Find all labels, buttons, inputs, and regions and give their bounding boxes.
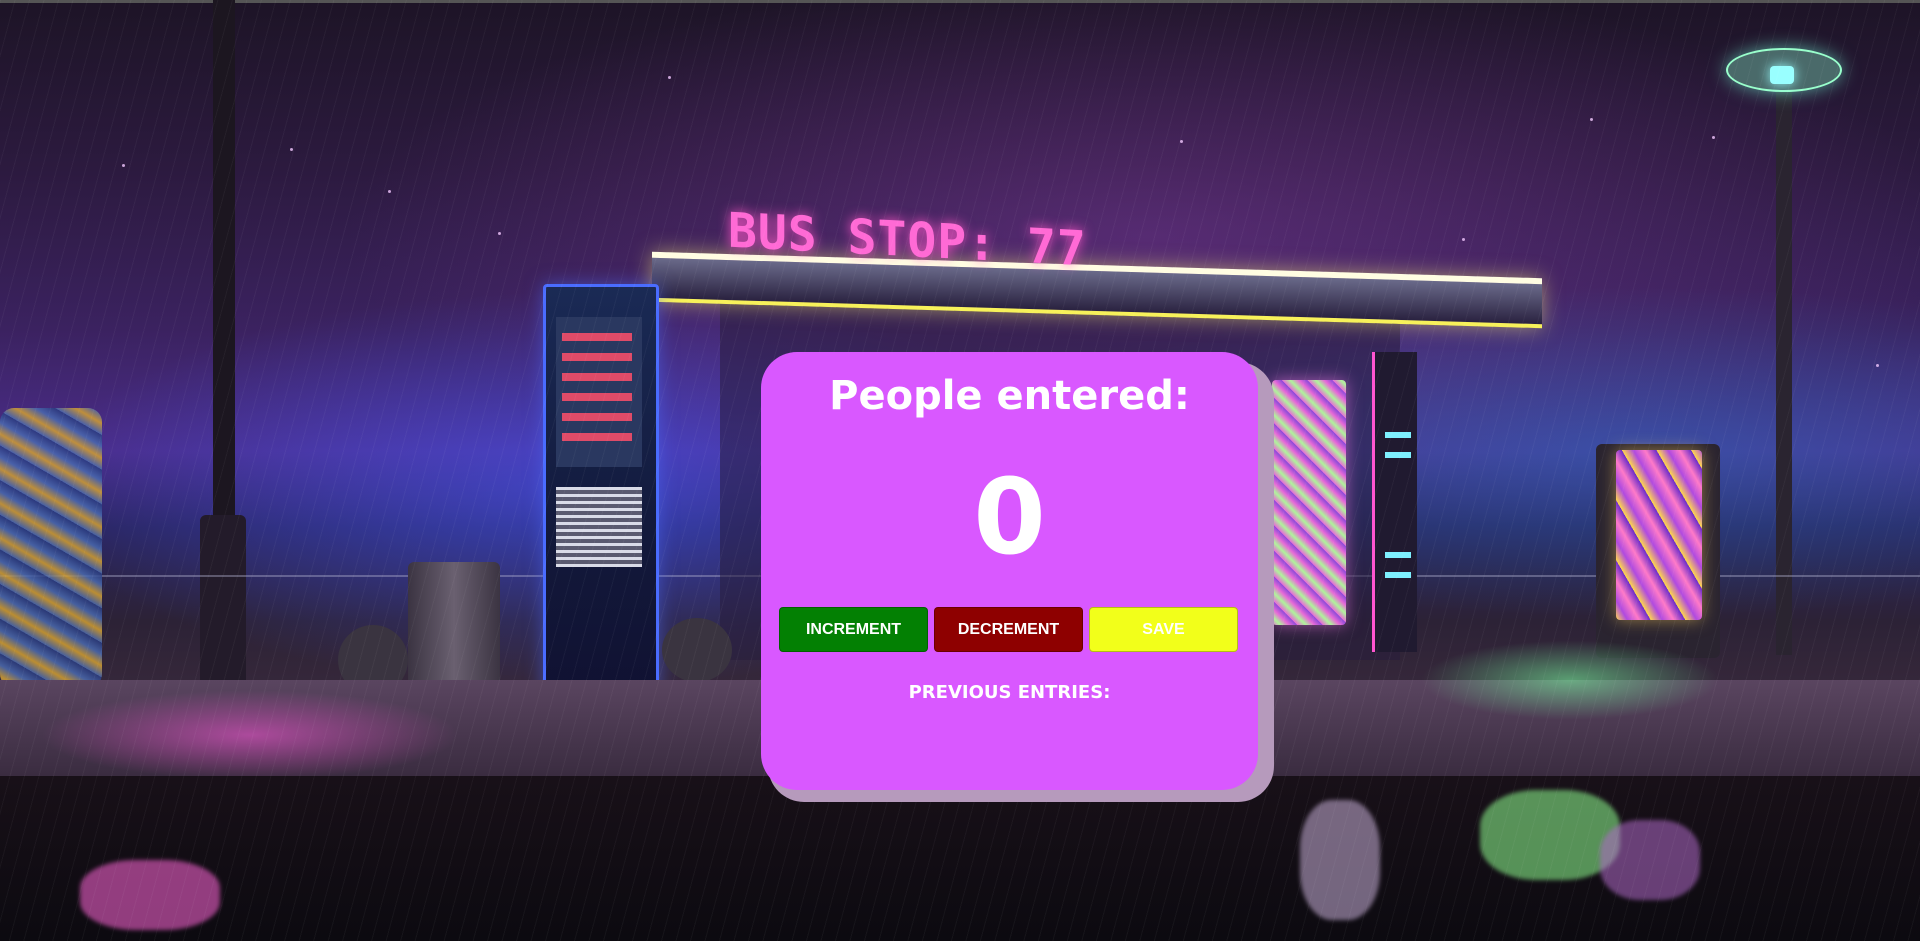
star bbox=[290, 148, 293, 151]
road-reflection bbox=[1300, 800, 1380, 920]
counter-button-row: INCREMENT DECREMENT SAVE bbox=[779, 607, 1243, 653]
panel-line bbox=[1385, 432, 1411, 438]
star bbox=[1180, 140, 1183, 143]
background-scene: BUS STOP: 77 People entered: 0 INCREMENT… bbox=[0, 0, 1920, 941]
panel-line bbox=[1385, 572, 1411, 578]
previous-entries-label: PREVIOUS ENTRIES: bbox=[908, 682, 1111, 703]
panel-line bbox=[1385, 552, 1411, 558]
trash-can bbox=[408, 562, 500, 694]
counter-value: 0 bbox=[973, 456, 1046, 578]
lamp-light bbox=[1770, 66, 1794, 84]
info-totem bbox=[543, 284, 659, 730]
totem-screen bbox=[556, 317, 642, 467]
lamp-post bbox=[1776, 90, 1792, 655]
right-poster bbox=[1616, 450, 1702, 620]
save-button[interactable]: SAVE bbox=[1089, 607, 1238, 652]
shelter-side-panel bbox=[1372, 352, 1417, 652]
counter-title: People entered: bbox=[829, 373, 1190, 419]
road-reflection bbox=[1600, 820, 1700, 900]
pink-light-reflection bbox=[40, 690, 460, 780]
counter-card: People entered: 0 INCREMENT DECREMENT SA… bbox=[761, 352, 1258, 790]
increment-button[interactable]: INCREMENT bbox=[779, 607, 928, 652]
star bbox=[1462, 238, 1465, 241]
totem-line bbox=[562, 333, 632, 341]
totem-line bbox=[562, 393, 632, 401]
left-poster bbox=[0, 408, 102, 688]
previous-entries-list bbox=[781, 712, 1238, 772]
road-reflection bbox=[80, 860, 220, 930]
totem-line bbox=[562, 413, 632, 421]
star bbox=[498, 232, 501, 235]
green-light-reflection bbox=[1420, 640, 1720, 720]
star bbox=[668, 76, 671, 79]
totem-line bbox=[562, 433, 632, 441]
star bbox=[1876, 364, 1879, 367]
trash-bag bbox=[662, 618, 732, 682]
totem-grille bbox=[556, 487, 642, 567]
star bbox=[1590, 118, 1593, 121]
star bbox=[388, 190, 391, 193]
shelter-poster bbox=[1272, 380, 1346, 625]
totem-line bbox=[562, 373, 632, 381]
road-reflection bbox=[1480, 790, 1620, 880]
window-top-border bbox=[0, 0, 1920, 3]
star bbox=[1712, 136, 1715, 139]
panel-line bbox=[1385, 452, 1411, 458]
star bbox=[122, 164, 125, 167]
decrement-button[interactable]: DECREMENT bbox=[934, 607, 1083, 652]
totem-line bbox=[562, 353, 632, 361]
